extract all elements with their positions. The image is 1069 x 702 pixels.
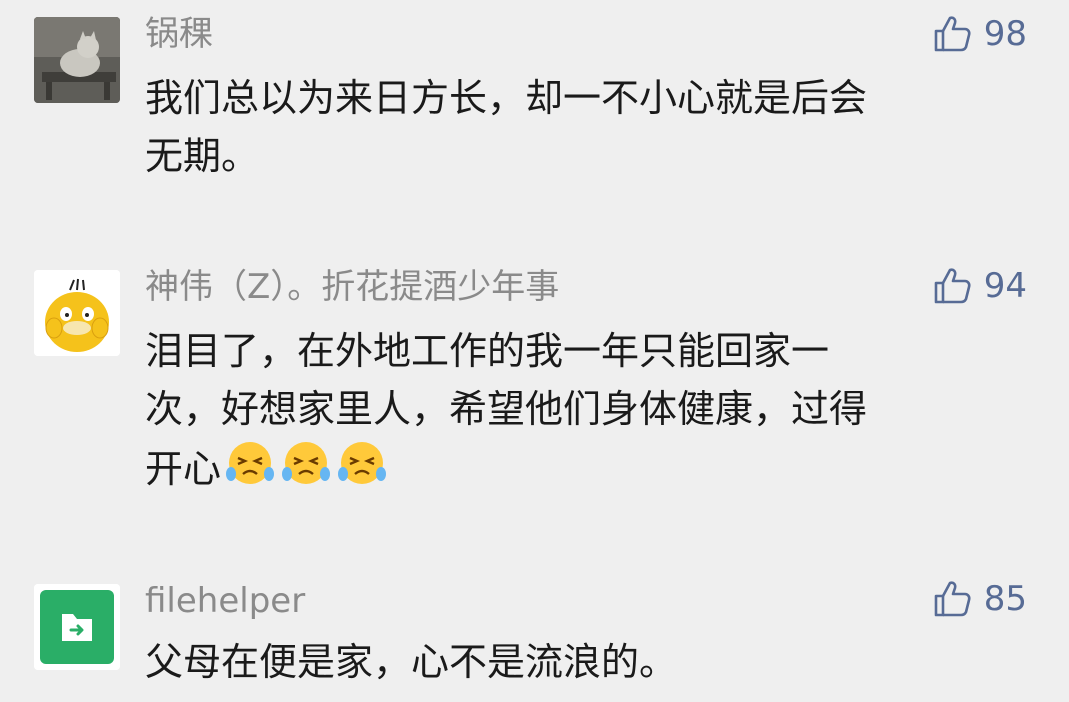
like-count: 94 xyxy=(983,266,1027,306)
crying-face-emoji xyxy=(223,438,277,504)
comment-author[interactable]: filehelper xyxy=(145,581,305,621)
thumbs-up-icon xyxy=(934,16,971,52)
avatar[interactable] xyxy=(34,17,120,103)
crying-face-emoji xyxy=(279,438,333,504)
comment-author[interactable]: 锅稞 xyxy=(145,14,213,54)
comment-line: 泪目了，在外地工作的我一年只能回家一 xyxy=(145,329,830,373)
comment-text: 泪目了，在外地工作的我一年只能回家一 次，好想家里人，希望他们身体健康，过得 开… xyxy=(145,322,1005,504)
thumbs-up-icon xyxy=(934,268,971,304)
avatar[interactable] xyxy=(34,584,120,670)
like-count: 85 xyxy=(983,579,1027,619)
cat-photo-avatar xyxy=(34,17,120,103)
like-count: 98 xyxy=(983,14,1027,54)
comment-line: 无期。 xyxy=(145,134,260,178)
avatar[interactable] xyxy=(34,270,120,356)
like-button[interactable]: 85 xyxy=(932,579,1027,619)
comment-line: 父母在便是家，心不是流浪的。 xyxy=(145,640,678,684)
comment-text: 父母在便是家，心不是流浪的。 xyxy=(145,633,1005,691)
comment-line: 次，好想家里人，希望他们身体健康，过得 xyxy=(145,387,868,431)
comment-line: 我们总以为来日方长，却一不小心就是后会 xyxy=(145,76,868,120)
yellow-duck-avatar xyxy=(34,270,120,356)
like-button[interactable]: 98 xyxy=(932,14,1027,54)
comment-line: 开心 xyxy=(145,438,1005,504)
like-button[interactable]: 94 xyxy=(932,266,1027,306)
crying-face-emoji xyxy=(335,438,389,504)
comment-author[interactable]: 神伟（Z）。折花提酒少年事 xyxy=(145,267,559,307)
comment-line-text: 开心 xyxy=(145,447,222,491)
file-transfer-avatar xyxy=(34,584,120,670)
comment-text: 我们总以为来日方长，却一不小心就是后会 无期。 xyxy=(145,69,1005,185)
thumbs-up-icon xyxy=(934,581,971,617)
